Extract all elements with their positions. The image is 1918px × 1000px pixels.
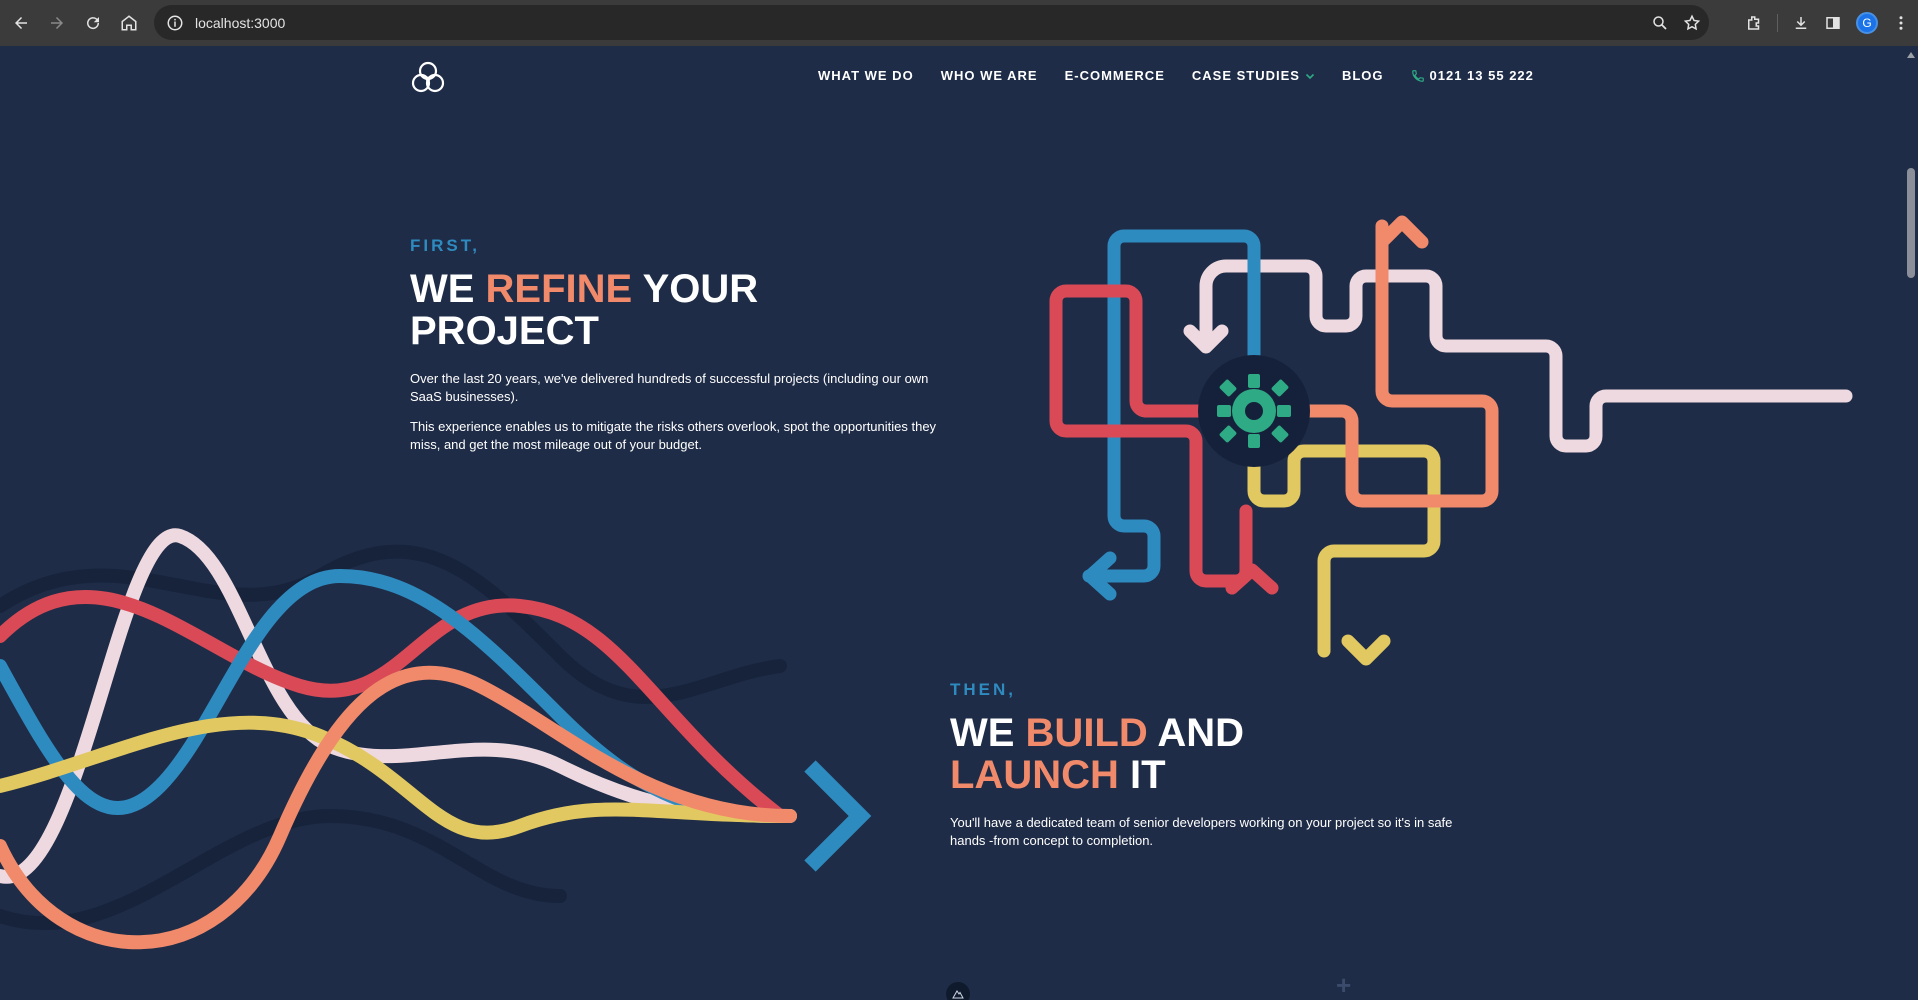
refine-kicker: FIRST, bbox=[410, 236, 480, 255]
refine-section: FIRST, WE REFINE YOUR PROJECT Over the l… bbox=[410, 236, 950, 454]
arrow-right-icon bbox=[804, 760, 872, 872]
scroll-up-icon[interactable] bbox=[1907, 52, 1915, 58]
mountain-icon bbox=[952, 990, 964, 999]
converging-lines-illustration bbox=[0, 528, 872, 950]
build-kicker: THEN, bbox=[950, 680, 1016, 699]
phone-number: 0121 13 55 222 bbox=[1429, 68, 1534, 83]
side-panel-icon[interactable] bbox=[1824, 14, 1842, 32]
address-bar[interactable]: localhost:3000 bbox=[154, 5, 1709, 40]
build-section: THEN, WE BUILD AND LAUNCH IT You'll have… bbox=[950, 680, 1490, 850]
build-headline-accent: BUILD bbox=[1025, 711, 1148, 755]
process-maze-illustration bbox=[1049, 215, 1853, 666]
refine-headline-pre: WE bbox=[410, 267, 486, 311]
decorative-plus-icon: + bbox=[1336, 970, 1352, 1000]
web-page: WHAT WE DO WHO WE ARE E-COMMERCE CASE ST… bbox=[0, 46, 1904, 1000]
refine-headline-line2: PROJECT bbox=[410, 309, 599, 353]
salmon-path bbox=[1295, 219, 1499, 508]
gear-icon bbox=[1217, 374, 1291, 448]
build-headline-line2-accent: LAUNCH bbox=[950, 753, 1119, 797]
refine-paragraph-1: Over the last 20 years, we've delivered … bbox=[410, 371, 929, 404]
zoom-icon[interactable] bbox=[1651, 14, 1669, 32]
refine-headline-post: YOUR bbox=[632, 267, 759, 311]
browser-toolbar: localhost:3000 G bbox=[0, 0, 1918, 46]
forward-button[interactable] bbox=[42, 8, 72, 38]
profile-avatar[interactable]: G bbox=[1856, 12, 1878, 34]
back-icon bbox=[15, 17, 27, 29]
build-headline-pre: WE bbox=[950, 711, 1026, 755]
nav-e-commerce[interactable]: E-COMMERCE bbox=[1065, 68, 1165, 83]
reload-icon bbox=[87, 17, 100, 30]
extensions-icon[interactable] bbox=[1745, 14, 1763, 32]
build-paragraph-1: You'll have a dedicated team of senior d… bbox=[950, 815, 1453, 848]
refine-headline: WE REFINE YOUR PROJECT bbox=[410, 268, 950, 352]
build-headline: WE BUILD AND LAUNCH IT bbox=[950, 712, 1490, 796]
site-info-icon[interactable] bbox=[166, 14, 184, 32]
nav-blog[interactable]: BLOG bbox=[1342, 68, 1384, 83]
more-menu-icon[interactable] bbox=[1892, 14, 1910, 32]
yellow-path bbox=[1247, 444, 1441, 658]
reload-button[interactable] bbox=[78, 8, 108, 38]
phone-icon bbox=[1411, 69, 1424, 82]
scrollbar-thumb[interactable] bbox=[1907, 168, 1915, 278]
main-navigation: WHAT WE DO WHO WE ARE E-COMMERCE CASE ST… bbox=[818, 68, 1534, 83]
nav-who-we-are[interactable]: WHO WE ARE bbox=[941, 68, 1038, 83]
site-header: WHAT WE DO WHO WE ARE E-COMMERCE CASE ST… bbox=[0, 46, 1904, 126]
home-icon bbox=[121, 15, 137, 31]
refine-headline-accent: REFINE bbox=[485, 267, 633, 311]
url-text[interactable]: localhost:3000 bbox=[195, 15, 285, 31]
bookmark-star-icon[interactable] bbox=[1683, 14, 1701, 32]
home-button[interactable] bbox=[114, 8, 144, 38]
back-button[interactable] bbox=[6, 8, 36, 38]
nav-case-studies[interactable]: CASE STUDIES bbox=[1192, 68, 1315, 83]
build-headline-post: AND bbox=[1147, 711, 1245, 755]
nav-phone-link[interactable]: 0121 13 55 222 bbox=[1411, 68, 1534, 83]
dev-tools-badge[interactable] bbox=[946, 982, 970, 1000]
forward-icon bbox=[51, 17, 63, 29]
page-scrollbar[interactable] bbox=[1904, 46, 1918, 1000]
downloads-icon[interactable] bbox=[1792, 14, 1810, 32]
toolbar-separator bbox=[1777, 14, 1778, 32]
build-headline-line2-post: IT bbox=[1118, 753, 1166, 797]
nav-what-we-do[interactable]: WHAT WE DO bbox=[818, 68, 914, 83]
nav-case-studies-label: CASE STUDIES bbox=[1191, 68, 1300, 83]
chevron-down-icon bbox=[1305, 73, 1315, 79]
refine-paragraph-2: This experience enables us to mitigate t… bbox=[410, 419, 937, 452]
brand-logo-icon[interactable] bbox=[408, 58, 448, 98]
